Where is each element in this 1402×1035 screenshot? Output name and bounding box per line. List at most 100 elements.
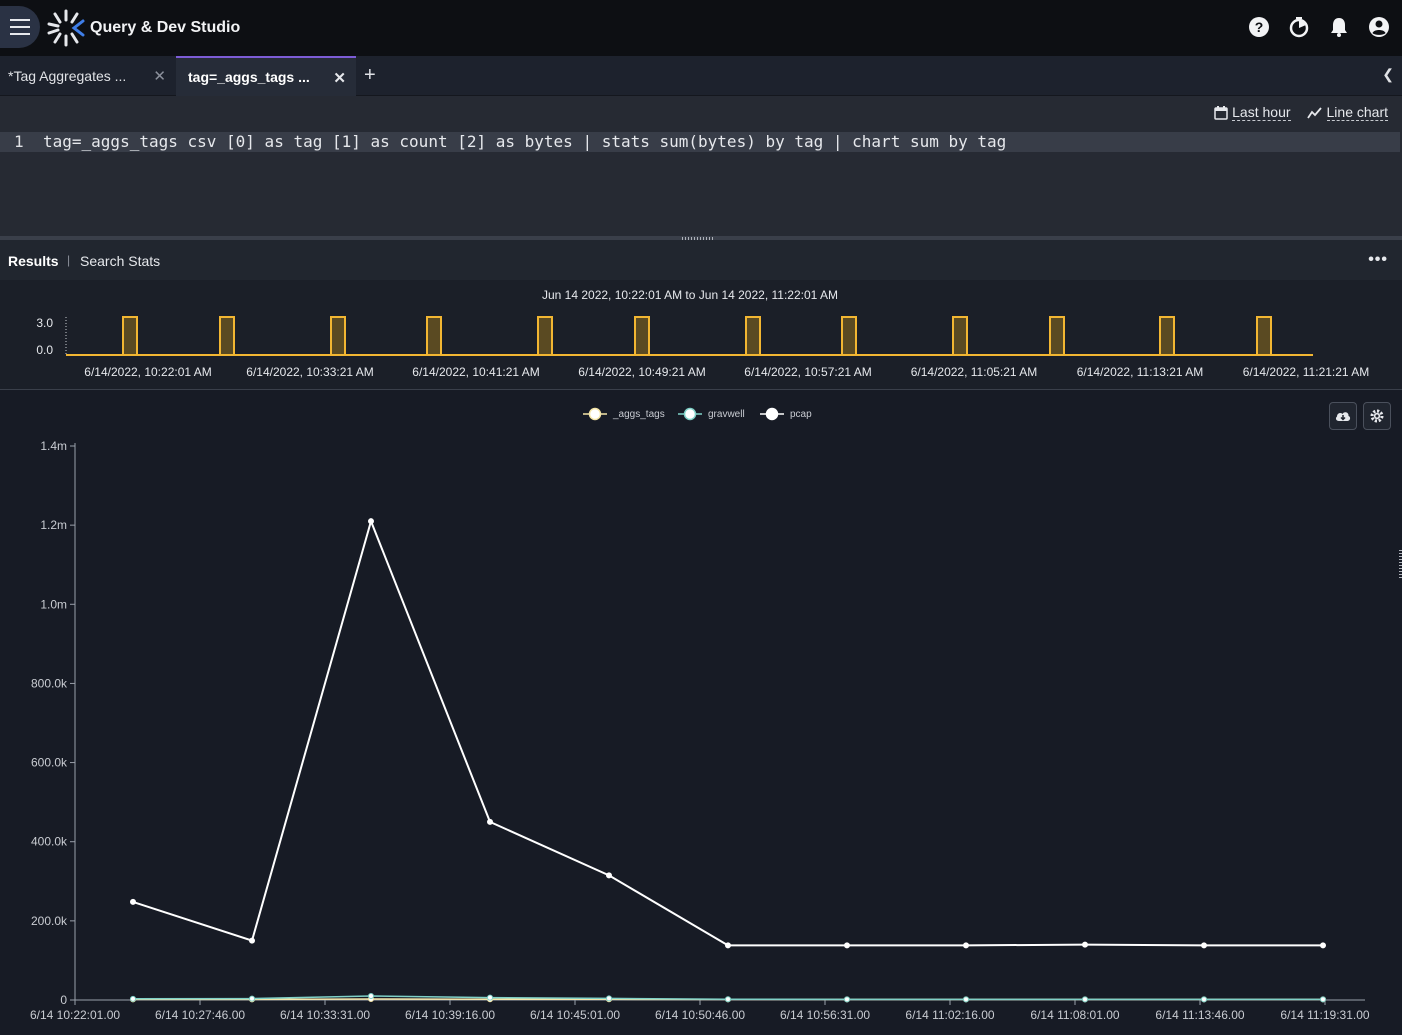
line-chart: _aggs_tags gravwell pcap 0 200.0k 400.0k 600.0… <box>0 391 1402 1030</box>
overview-timeline[interactable]: Jun 14 2022, 10:22:01 AM to Jun 14 2022,… <box>0 280 1402 390</box>
x-tick-label: 6/14 10:45:01.00 <box>530 1008 620 1022</box>
tab-label: tag=_aggs_tags ... <box>188 69 310 85</box>
renderer-label: Line chart <box>1327 104 1388 121</box>
timeline-x-label: 6/14/2022, 11:05:21 AM <box>911 365 1038 379</box>
cloud-download-icon <box>1335 409 1351 423</box>
query-line[interactable]: 1 tag=_aggs_tags csv [0] as tag [1] as c… <box>0 132 1400 152</box>
tab-tag-aggregates[interactable]: *Tag Aggregates ... ✕ <box>0 56 176 96</box>
results-chart: _aggs_tags gravwell pcap 0 200.0k 400.0k 600.0… <box>0 391 1402 1030</box>
timeline-bar <box>1050 317 1064 355</box>
timeline-x-label: 6/14/2022, 10:22:01 AM <box>84 365 211 379</box>
tab-aggs-tags[interactable]: tag=_aggs_tags ... ✕ <box>176 56 356 96</box>
chevron-left-icon[interactable]: ❮ <box>1382 66 1394 83</box>
timeline-y-tick: 3.0 <box>36 316 53 330</box>
y-tick-label: 1.2m <box>40 518 67 532</box>
timeline-bar <box>427 317 441 355</box>
x-tick-label: 6/14 11:19:31.00 <box>1280 1008 1370 1022</box>
legend-label: gravwell <box>708 409 745 420</box>
help-icon[interactable]: ? <box>1248 16 1270 38</box>
data-point <box>1321 943 1326 948</box>
account-icon[interactable] <box>1368 16 1390 38</box>
hamburger-icon <box>9 17 31 37</box>
main-menu-button[interactable] <box>0 6 40 48</box>
query-tab-bar: *Tag Aggregates ... ✕ tag=_aggs_tags ...… <box>0 56 1402 96</box>
timeline-x-label: 6/14/2022, 11:21:21 AM <box>1243 365 1370 379</box>
add-tab-button[interactable]: + <box>364 64 376 87</box>
top-bar: Query & Dev Studio ? <box>0 0 1402 56</box>
tab-search-stats[interactable]: Search Stats <box>80 253 160 269</box>
timeline-x-label: 6/14/2022, 10:49:21 AM <box>578 365 705 379</box>
data-point <box>131 899 136 904</box>
data-point <box>964 997 969 1002</box>
x-tick-label: 6/14 10:50:46.00 <box>655 1008 745 1022</box>
time-range-button[interactable]: Last hour <box>1214 104 1290 121</box>
timeline-bar <box>842 317 856 355</box>
legend-label: _aggs_tags <box>612 409 665 420</box>
tab-label: *Tag Aggregates ... <box>8 68 126 84</box>
data-point <box>1083 997 1088 1002</box>
svg-text:?: ? <box>1255 19 1264 35</box>
timeline-bar <box>538 317 552 355</box>
time-range-label: Last hour <box>1232 104 1290 121</box>
more-options-icon[interactable]: ••• <box>1368 251 1388 269</box>
tab-results[interactable]: Results <box>8 253 59 269</box>
data-point <box>726 997 731 1002</box>
legend-label: pcap <box>790 409 812 420</box>
results-toolbar: Results | Search Stats ••• <box>0 240 1402 280</box>
data-point <box>845 997 850 1002</box>
calendar-icon <box>1214 106 1228 120</box>
timeline-bar <box>953 317 967 355</box>
bell-icon[interactable] <box>1328 16 1350 38</box>
x-tick-label: 6/14 11:08:01.00 <box>1030 1008 1120 1022</box>
x-tick-label: 6/14 11:02:16.00 <box>905 1008 995 1022</box>
data-point <box>726 943 731 948</box>
app-logo <box>46 8 86 48</box>
series-line-pcap <box>133 521 1323 945</box>
timer-icon[interactable] <box>1288 16 1310 38</box>
y-tick-label: 600.0k <box>31 756 68 770</box>
data-point <box>1202 997 1207 1002</box>
timeline-range-text: Jun 14 2022, 10:22:01 AM to Jun 14 2022,… <box>0 288 1380 302</box>
data-point <box>964 943 969 948</box>
timeline-bar <box>1257 317 1271 355</box>
timeline-x-label: 6/14/2022, 10:57:21 AM <box>744 365 871 379</box>
timeline-bar <box>331 317 345 355</box>
timeline-y-tick: 0.0 <box>36 343 53 357</box>
legend-marker <box>685 409 696 420</box>
timeline-bar <box>1160 317 1174 355</box>
data-point <box>369 519 374 524</box>
data-point <box>845 943 850 948</box>
y-tick-label: 1.0m <box>40 597 67 611</box>
gear-icon <box>1369 408 1385 424</box>
close-icon[interactable]: ✕ <box>333 69 346 87</box>
timeline-x-label: 6/14/2022, 11:13:21 AM <box>1077 365 1204 379</box>
app-title: Query & Dev Studio <box>90 19 240 37</box>
x-tick-label: 6/14 11:13:46.00 <box>1155 1008 1245 1022</box>
y-tick-label: 0 <box>60 993 67 1007</box>
legend-marker <box>767 409 778 420</box>
timeline-x-label: 6/14/2022, 10:41:21 AM <box>412 365 539 379</box>
x-tick-label: 6/14 10:22:01.00 <box>30 1008 120 1022</box>
timeline-bar <box>220 317 234 355</box>
data-point <box>131 996 136 1001</box>
data-point <box>250 938 255 943</box>
legend-marker <box>590 409 601 420</box>
y-tick-label: 800.0k <box>31 676 68 690</box>
x-tick-label: 6/14 10:39:16.00 <box>405 1008 495 1022</box>
data-point <box>607 873 612 878</box>
x-tick-label: 6/14 10:33:31.00 <box>280 1008 370 1022</box>
data-point <box>488 995 493 1000</box>
data-point <box>1202 943 1207 948</box>
data-point <box>369 994 374 999</box>
renderer-button[interactable]: Line chart <box>1307 104 1388 121</box>
timeline-bar <box>123 317 137 355</box>
query-text[interactable]: tag=_aggs_tags csv [0] as tag [1] as cou… <box>43 132 1006 152</box>
data-point <box>1321 997 1326 1002</box>
y-tick-label: 400.0k <box>31 835 68 849</box>
x-tick-label: 6/14 10:56:31.00 <box>780 1008 870 1022</box>
line-chart-icon <box>1307 106 1323 120</box>
close-icon[interactable]: ✕ <box>153 67 166 85</box>
y-tick-label: 200.0k <box>31 914 68 928</box>
chart-settings-button[interactable] <box>1363 402 1391 430</box>
download-button[interactable] <box>1329 402 1357 430</box>
